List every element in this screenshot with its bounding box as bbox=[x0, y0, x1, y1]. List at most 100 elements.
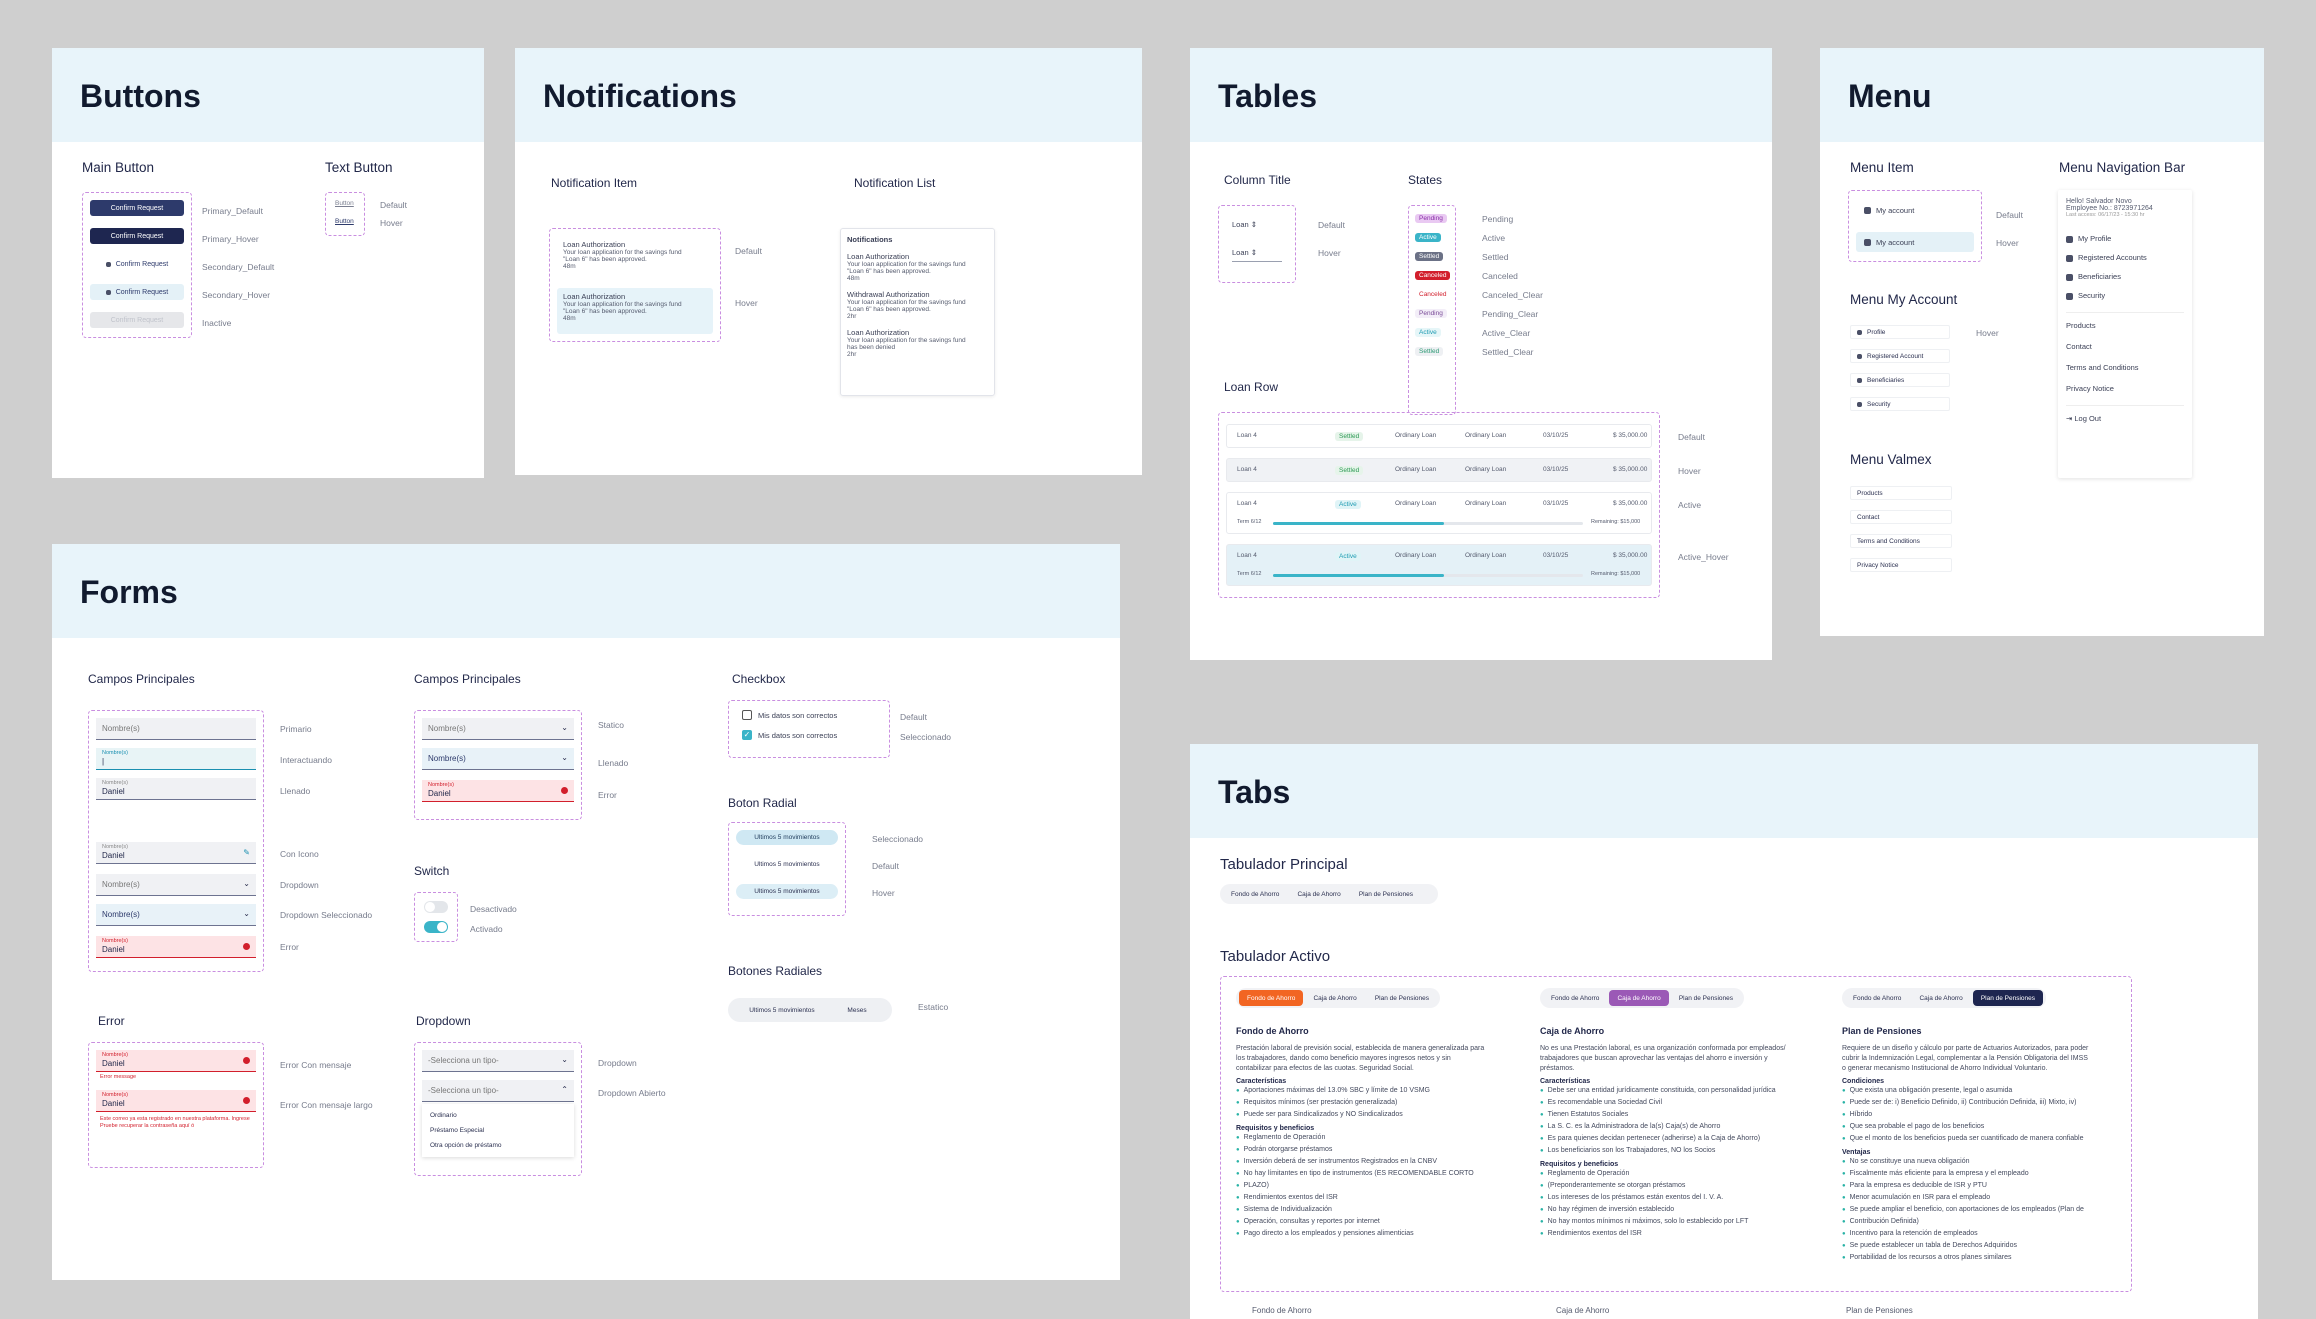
radio-option[interactable]: Ultimos 5 movimientos bbox=[732, 1003, 832, 1018]
column-header-hover[interactable]: Loan ⇕ bbox=[1232, 248, 1282, 262]
nombre-field-filled[interactable]: Nombre(s) Daniel bbox=[96, 778, 256, 800]
tipo-dropdown[interactable]: -Selecciona un tipo- ⌄ bbox=[422, 1050, 574, 1072]
error-field[interactable]: Nombre(s) Daniel bbox=[96, 1050, 256, 1072]
tab-item[interactable]: Plan de Pensiones bbox=[1367, 990, 1437, 1006]
check-icon[interactable]: ✓ bbox=[742, 730, 752, 740]
checkbox-default[interactable]: Mis datos son correctos bbox=[742, 710, 837, 720]
tab-caja[interactable]: Caja de Ahorro bbox=[1289, 886, 1348, 902]
tab-item[interactable]: Plan de Pensiones bbox=[1972, 990, 2044, 1006]
switch-on[interactable] bbox=[424, 921, 448, 933]
radio-option[interactable]: Meses bbox=[832, 1003, 882, 1018]
panel-subtitle: Características bbox=[1540, 1078, 1591, 1085]
nombre-dropdown-static[interactable]: Nombre(s) ⌄ bbox=[422, 718, 574, 740]
bullet-item: Puede ser para Sindicalizados y NO Sindi… bbox=[1236, 1109, 1526, 1121]
notification-item-hover[interactable]: Loan Authorization Your loan application … bbox=[557, 288, 713, 334]
secondary-default-button[interactable]: Confirm Request bbox=[90, 256, 184, 272]
nombre-field-error-2[interactable]: Nombre(s) Daniel bbox=[422, 780, 574, 802]
logout-button[interactable]: ⇥ Log Out bbox=[2066, 414, 2184, 423]
state-label: Hover bbox=[1678, 466, 1701, 476]
radio-hover[interactable]: Ultimos 5 movimientos bbox=[736, 884, 838, 899]
table-cell: Ordinary Loan bbox=[1395, 552, 1437, 559]
error-icon bbox=[243, 1097, 250, 1104]
menu-item-profile[interactable]: Profile bbox=[1850, 325, 1950, 339]
nombre-field-primary[interactable]: Nombre(s) bbox=[96, 718, 256, 740]
tab-item[interactable]: Fondo de Ahorro bbox=[1239, 990, 1304, 1006]
text-button-hover[interactable]: Button bbox=[335, 218, 354, 225]
tab-item[interactable]: Caja de Ahorro bbox=[1609, 990, 1669, 1006]
primary-default-button[interactable]: Confirm Request bbox=[90, 200, 184, 216]
table-row[interactable]: Loan 4 Settled Ordinary Loan Ordinary Loan 0… bbox=[1226, 458, 1652, 482]
text-button-default[interactable]: Button bbox=[335, 200, 354, 207]
nombre-field-interacting[interactable]: Nombre(s) | bbox=[96, 748, 256, 770]
bullet-item: Es recomendable una Sociedad Civil bbox=[1540, 1097, 1830, 1109]
bullet-item: Reglamento de Operación bbox=[1540, 1168, 1830, 1180]
column-header-default[interactable]: Loan ⇕ bbox=[1232, 220, 1282, 233]
state-label: Estatico bbox=[918, 1002, 949, 1012]
table-row[interactable]: Loan 4 Active Ordinary Loan Ordinary Loan 03… bbox=[1226, 492, 1652, 534]
list-item[interactable]: Loan Authorization Your loan application … bbox=[847, 328, 988, 358]
nombre-field-with-icon[interactable]: Nombre(s) Daniel ✎ bbox=[96, 842, 256, 864]
nav-contact[interactable]: Contact bbox=[2066, 342, 2184, 351]
primary-hover-button[interactable]: Confirm Request bbox=[90, 228, 184, 244]
checkbox-selected[interactable]: ✓ Mis datos son correctos bbox=[742, 730, 837, 740]
radio-selected[interactable]: Ultimos 5 movimientos bbox=[736, 830, 838, 845]
nombre-dropdown-filled[interactable]: Nombre(s) ⌄ bbox=[422, 748, 574, 770]
menu-item-registered-account[interactable]: Registered Account bbox=[1850, 349, 1950, 363]
menu-item-beneficiaries[interactable]: Beneficiaries bbox=[1850, 373, 1950, 387]
state-label: Hover bbox=[1996, 238, 2019, 248]
tab-item[interactable]: Plan de Pensiones bbox=[1671, 990, 1741, 1006]
nav-my-profile[interactable]: My Profile bbox=[2066, 234, 2184, 243]
tab-item[interactable]: Caja de Ahorro bbox=[1911, 990, 1970, 1006]
nav-registered-accounts[interactable]: Registered Accounts bbox=[2066, 253, 2184, 262]
menu-item-contact[interactable]: Contact bbox=[1850, 510, 1952, 524]
notification-item-default[interactable]: Loan Authorization Your loan application … bbox=[557, 236, 713, 282]
dropdown-option[interactable]: Otra opción de préstamo bbox=[422, 1138, 574, 1153]
checkbox-box[interactable] bbox=[742, 710, 752, 720]
state-label: Dropdown Seleccionado bbox=[280, 910, 373, 920]
tab-fondo[interactable]: Fondo de Ahorro bbox=[1223, 886, 1287, 902]
radio-default[interactable]: Ultimos 5 movimientos bbox=[736, 857, 838, 872]
board-title: Forms bbox=[80, 574, 178, 610]
menu-item-terms[interactable]: Terms and Conditions bbox=[1850, 534, 1952, 548]
panel-text: contabilizar para efectos de las cuotas.… bbox=[1236, 1065, 1414, 1072]
state-label: Dropdown bbox=[280, 880, 319, 890]
tab-bar-active: Fondo de Ahorro Caja de Ahorro Plan de Pen… bbox=[1236, 988, 1441, 1008]
tab-item[interactable]: Fondo de Ahorro bbox=[1845, 990, 1909, 1006]
dropdown-option[interactable]: Préstamo Especial bbox=[422, 1123, 574, 1138]
state-label: Error Con mensaje bbox=[280, 1060, 352, 1070]
text-button-title: Text Button bbox=[325, 160, 393, 175]
nombre-dropdown[interactable]: Nombre(s) ⌄ bbox=[96, 874, 256, 896]
list-item[interactable]: Loan Authorization Your loan application … bbox=[847, 252, 988, 282]
table-row[interactable]: Loan 4 Settled Ordinary Loan Ordinary Loan 0… bbox=[1226, 424, 1652, 448]
list-item[interactable]: Withdrawal Authorization Your loan applic… bbox=[847, 290, 988, 320]
menu-item-security[interactable]: Security bbox=[1850, 397, 1950, 411]
nombre-field-error[interactable]: Nombre(s) Daniel bbox=[96, 936, 256, 958]
inactive-button[interactable]: Confirm Request bbox=[90, 312, 184, 328]
nav-beneficiaries[interactable]: Beneficiaries bbox=[2066, 272, 2184, 281]
menu-item-privacy[interactable]: Privacy Notice bbox=[1850, 558, 1952, 572]
tab-bar-active: Fondo de Ahorro Caja de Ahorro Plan de Pen… bbox=[1842, 988, 2047, 1008]
nav-security[interactable]: Security bbox=[2066, 291, 2184, 300]
bottom-label: Plan de Pensiones bbox=[1846, 1306, 1913, 1315]
table-cell: Ordinary Loan bbox=[1395, 466, 1437, 473]
tipo-dropdown-open[interactable]: -Selecciona un tipo- ⌃ bbox=[422, 1080, 574, 1102]
nav-privacy[interactable]: Privacy Notice bbox=[2066, 384, 2184, 393]
table-row[interactable]: Loan 4 Active Ordinary Loan Ordinary Loan 03… bbox=[1226, 544, 1652, 586]
secondary-hover-button[interactable]: Confirm Request bbox=[90, 284, 184, 300]
checkbox-frame bbox=[728, 700, 890, 758]
dropdown-option[interactable]: Ordinario bbox=[422, 1108, 574, 1123]
nav-products[interactable]: Products bbox=[2066, 321, 2184, 330]
tab-item[interactable]: Fondo de Ahorro bbox=[1543, 990, 1607, 1006]
menu-item-products[interactable]: Products bbox=[1850, 486, 1952, 500]
switch-off[interactable] bbox=[424, 901, 448, 913]
bullet-item: Podrán otorgarse préstamos bbox=[1236, 1144, 1526, 1156]
tab-item[interactable]: Caja de Ahorro bbox=[1305, 990, 1364, 1006]
menu-item-default[interactable]: My account bbox=[1856, 200, 1974, 220]
tab-panel: Fondo de Ahorro Prestación laboral de pre… bbox=[1236, 1026, 1526, 1240]
nombre-dropdown-selected[interactable]: Nombre(s) ⌄ bbox=[96, 904, 256, 926]
tab-plan[interactable]: Plan de Pensiones bbox=[1351, 886, 1421, 902]
nav-terms[interactable]: Terms and Conditions bbox=[2066, 363, 2184, 372]
card-icon bbox=[1857, 353, 1862, 359]
menu-item-hover[interactable]: My account bbox=[1856, 232, 1974, 252]
error-field-long[interactable]: Nombre(s) Daniel bbox=[96, 1090, 256, 1112]
